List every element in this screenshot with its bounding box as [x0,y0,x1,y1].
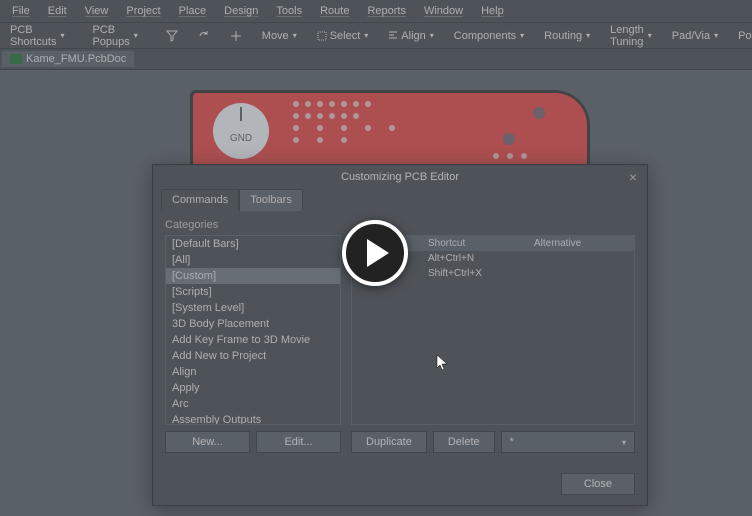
menu-edit[interactable]: Edit [40,3,75,19]
pcb-doc-icon [10,54,22,64]
duplicate-button[interactable]: Duplicate [351,431,427,453]
padvia-menu[interactable]: Pad/Via▾ [666,28,724,44]
category-item[interactable]: Add Key Frame to 3D Movie [166,332,340,348]
document-tab-bar: Kame_FMU.PcbDoc [0,48,752,70]
dialog-title: Customizing PCB Editor [341,171,459,183]
filter-icon[interactable] [160,28,184,44]
menu-file[interactable]: File [4,3,38,19]
menu-project[interactable]: Project [118,3,168,19]
category-item[interactable]: [Default Bars] [166,236,340,252]
tab-toolbars[interactable]: Toolbars [239,189,303,211]
document-tab[interactable]: Kame_FMU.PcbDoc [2,51,134,67]
cross-icon[interactable] [224,28,248,44]
close-icon[interactable]: × [625,169,641,185]
category-item[interactable]: Apply [166,380,340,396]
menu-tools[interactable]: Tools [268,3,310,19]
categories-label: Categories [165,219,341,231]
delete-button[interactable]: Delete [433,431,495,453]
category-item[interactable]: Align [166,364,340,380]
edit-button[interactable]: Edit... [256,431,341,453]
gnd-pad: GND [213,103,269,159]
menu-reports[interactable]: Reports [359,3,414,19]
move-menu[interactable]: Move▾ [256,28,303,44]
menu-help[interactable]: Help [473,3,512,19]
components-menu[interactable]: Components▾ [448,28,530,44]
pcb-shortcuts-menu[interactable]: PCB Shortcuts▾ [4,22,70,50]
category-item[interactable]: [Custom] [166,268,340,284]
redo-icon[interactable] [192,28,216,44]
align-menu[interactable]: Align▾ [382,28,439,44]
filter-dropdown[interactable]: *▾ [501,431,635,453]
menu-bar: File Edit View Project Place Design Tool… [0,0,752,22]
customize-dialog: Customizing PCB Editor × Commands Toolba… [152,164,648,506]
category-item[interactable]: [Scripts] [166,284,340,300]
menu-route[interactable]: Route [312,3,357,19]
routing-menu[interactable]: Routing▾ [538,28,596,44]
select-menu[interactable]: Select▾ [311,28,375,44]
category-item[interactable]: [All] [166,252,340,268]
close-button[interactable]: Close [561,473,635,495]
document-tab-label: Kame_FMU.PcbDoc [26,53,126,65]
length-tuning-menu[interactable]: Length Tuning▾ [604,22,658,50]
dialog-title-bar[interactable]: Customizing PCB Editor × [153,165,647,189]
category-item[interactable]: Arc [166,396,340,412]
menu-place[interactable]: Place [171,3,215,19]
category-item[interactable]: Assembly Outputs [166,412,340,425]
alternative-header: Alternative [528,236,634,251]
menu-window[interactable]: Window [416,3,471,19]
shortcut-header: Shortcut [422,236,528,251]
category-item[interactable]: [System Level] [166,300,340,316]
menu-design[interactable]: Design [216,3,266,19]
pcb-popups-menu[interactable]: PCB Popups▾ [86,22,143,50]
toolbar: PCB Shortcuts▾ PCB Popups▾ Move▾ Select▾… [0,22,752,48]
play-icon [367,239,389,267]
new-button[interactable]: New... [165,431,250,453]
play-button[interactable] [342,220,408,286]
category-item[interactable]: 3D Body Placement [166,316,340,332]
menu-view[interactable]: View [77,3,117,19]
category-item[interactable]: Add New to Project [166,348,340,364]
tab-commands[interactable]: Commands [161,189,239,211]
polygons-menu[interactable]: Polygons▾ [732,28,752,44]
categories-list[interactable]: [Default Bars][All][Custom][Scripts][Sys… [165,235,341,425]
